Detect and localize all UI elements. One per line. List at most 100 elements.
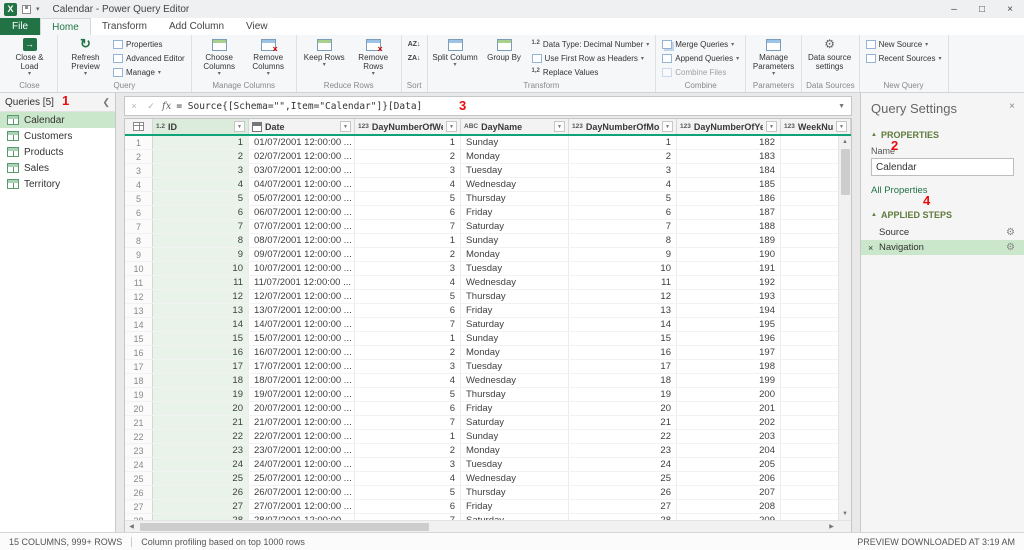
column-profiling-link[interactable]: Column profiling based on top 1000 rows (141, 537, 305, 547)
vertical-scrollbar[interactable]: ▲ ▼ (838, 136, 851, 520)
cell[interactable]: Thursday (461, 290, 569, 303)
cell[interactable]: 189 (677, 234, 781, 247)
query-list-item[interactable]: Customers (0, 128, 115, 144)
cell[interactable]: 1 (355, 234, 461, 247)
cell[interactable]: 203 (677, 430, 781, 443)
cell[interactable]: Wednesday (461, 178, 569, 191)
cell[interactable]: 10/07/2001 12:00:00 ... (249, 262, 355, 275)
cell[interactable]: 04/07/2001 12:00:00 ... (249, 178, 355, 191)
row-number[interactable]: 13 (125, 304, 153, 317)
cell[interactable]: Sunday (461, 430, 569, 443)
split-column-button[interactable]: Split Column ▾ (432, 36, 479, 69)
cell[interactable]: Monday (461, 444, 569, 457)
whole-number-type-icon[interactable]: 123 (680, 123, 691, 130)
cell[interactable]: 195 (677, 318, 781, 331)
tab-add-column[interactable]: Add Column (158, 18, 235, 35)
cell[interactable]: 16 (569, 346, 677, 359)
cell[interactable]: Monday (461, 150, 569, 163)
cell[interactable]: 7 (355, 416, 461, 429)
row-number[interactable]: 17 (125, 360, 153, 373)
advanced-editor-button[interactable]: Advanced Editor (111, 52, 187, 65)
row-number[interactable]: 2 (125, 150, 153, 163)
query-list-item[interactable]: Sales (0, 160, 115, 176)
cell[interactable]: 21/07/2001 12:00:00 ... (249, 416, 355, 429)
cell[interactable]: 3 (355, 164, 461, 177)
applied-steps-section-header[interactable]: ▲ APPLIED STEPS (871, 210, 1014, 220)
column-header-daynumberofyear[interactable]: 123DayNumberOfYear▼ (677, 119, 781, 134)
cell[interactable]: 22 (569, 430, 677, 443)
cell[interactable]: 5 (569, 192, 677, 205)
cell[interactable]: 4 (355, 472, 461, 485)
whole-number-type-icon[interactable]: 123 (358, 123, 369, 130)
append-queries-button[interactable]: Append Queries ▾ (660, 52, 741, 65)
merge-queries-button[interactable]: Merge Queries ▾ (660, 38, 741, 51)
row-number[interactable]: 14 (125, 318, 153, 331)
cell[interactable]: 1 (153, 136, 249, 149)
row-number[interactable]: 10 (125, 262, 153, 275)
cell[interactable]: 188 (677, 220, 781, 233)
formula-input[interactable]: = Source{[Schema="",Item="Calendar"]}[Da… (176, 101, 833, 112)
whole-number-type-icon[interactable]: 123 (784, 123, 795, 130)
filter-dropdown-icon[interactable]: ▼ (662, 121, 673, 132)
cell[interactable]: 24 (153, 458, 249, 471)
cell[interactable]: 8 (153, 234, 249, 247)
cell[interactable]: 23 (569, 444, 677, 457)
cell[interactable]: 18 (569, 374, 677, 387)
applied-step-navigation[interactable]: × Navigation ⚙ (861, 240, 1024, 255)
gear-icon[interactable]: ⚙ (1006, 227, 1015, 238)
query-name-input[interactable] (871, 158, 1014, 176)
decimal-type-icon[interactable]: 1.2 (156, 123, 165, 130)
tab-transform[interactable]: Transform (91, 18, 158, 35)
cell[interactable]: 7 (355, 318, 461, 331)
cell[interactable]: 3 (569, 164, 677, 177)
cell[interactable]: 7 (569, 220, 677, 233)
cell[interactable]: 194 (677, 304, 781, 317)
cell[interactable]: 27/07/2001 12:00:00 ... (249, 500, 355, 513)
cell[interactable]: 05/07/2001 12:00:00 ... (249, 192, 355, 205)
save-icon[interactable] (22, 4, 31, 14)
cell[interactable]: 03/07/2001 12:00:00 ... (249, 164, 355, 177)
column-header-weeknumber[interactable]: 123WeekNumber▼ (781, 119, 851, 134)
cell[interactable]: 07/07/2001 12:00:00 ... (249, 220, 355, 233)
row-number[interactable]: 26 (125, 486, 153, 499)
replace-values-button[interactable]: 1,2 Replace Values (530, 66, 652, 79)
cell[interactable]: 2 (569, 150, 677, 163)
gear-icon[interactable]: ⚙ (1006, 242, 1015, 253)
cell[interactable]: 26 (569, 486, 677, 499)
cell[interactable]: 190 (677, 248, 781, 261)
cell[interactable]: 7 (355, 220, 461, 233)
cell[interactable]: 17 (153, 360, 249, 373)
refresh-preview-button[interactable]: ↻ Refresh Preview ▾ (62, 36, 109, 78)
cell[interactable]: 4 (355, 276, 461, 289)
close-and-load-button[interactable]: → Close & Load ▾ (6, 36, 53, 78)
cell[interactable]: 185 (677, 178, 781, 191)
query-list-item[interactable]: Territory (0, 176, 115, 192)
cell[interactable]: 3 (153, 164, 249, 177)
cell[interactable]: 14/07/2001 12:00:00 ... (249, 318, 355, 331)
row-number[interactable]: 19 (125, 388, 153, 401)
tab-file[interactable]: File (0, 18, 41, 35)
row-number[interactable]: 16 (125, 346, 153, 359)
row-number[interactable]: 8 (125, 234, 153, 247)
cell[interactable]: 191 (677, 262, 781, 275)
manage-parameters-button[interactable]: Manage Parameters ▾ (750, 36, 797, 78)
cell[interactable]: Tuesday (461, 458, 569, 471)
cell[interactable]: Thursday (461, 192, 569, 205)
cell[interactable]: 2 (355, 150, 461, 163)
cell[interactable]: 5 (153, 192, 249, 205)
cell[interactable]: 186 (677, 192, 781, 205)
cell[interactable]: 10 (569, 262, 677, 275)
cell[interactable]: 187 (677, 206, 781, 219)
cell[interactable]: 24 (569, 458, 677, 471)
cell[interactable]: 15 (569, 332, 677, 345)
formula-bar-expand-icon[interactable]: ▼ (838, 103, 848, 110)
cell[interactable]: 24/07/2001 12:00:00 ... (249, 458, 355, 471)
cell[interactable]: 10 (153, 262, 249, 275)
cell[interactable]: 200 (677, 388, 781, 401)
cell[interactable]: 13 (153, 304, 249, 317)
cell[interactable]: 1 (355, 332, 461, 345)
cell[interactable]: 25 (153, 472, 249, 485)
row-number[interactable]: 9 (125, 248, 153, 261)
cell[interactable]: 14 (569, 318, 677, 331)
cell[interactable]: 12 (153, 290, 249, 303)
